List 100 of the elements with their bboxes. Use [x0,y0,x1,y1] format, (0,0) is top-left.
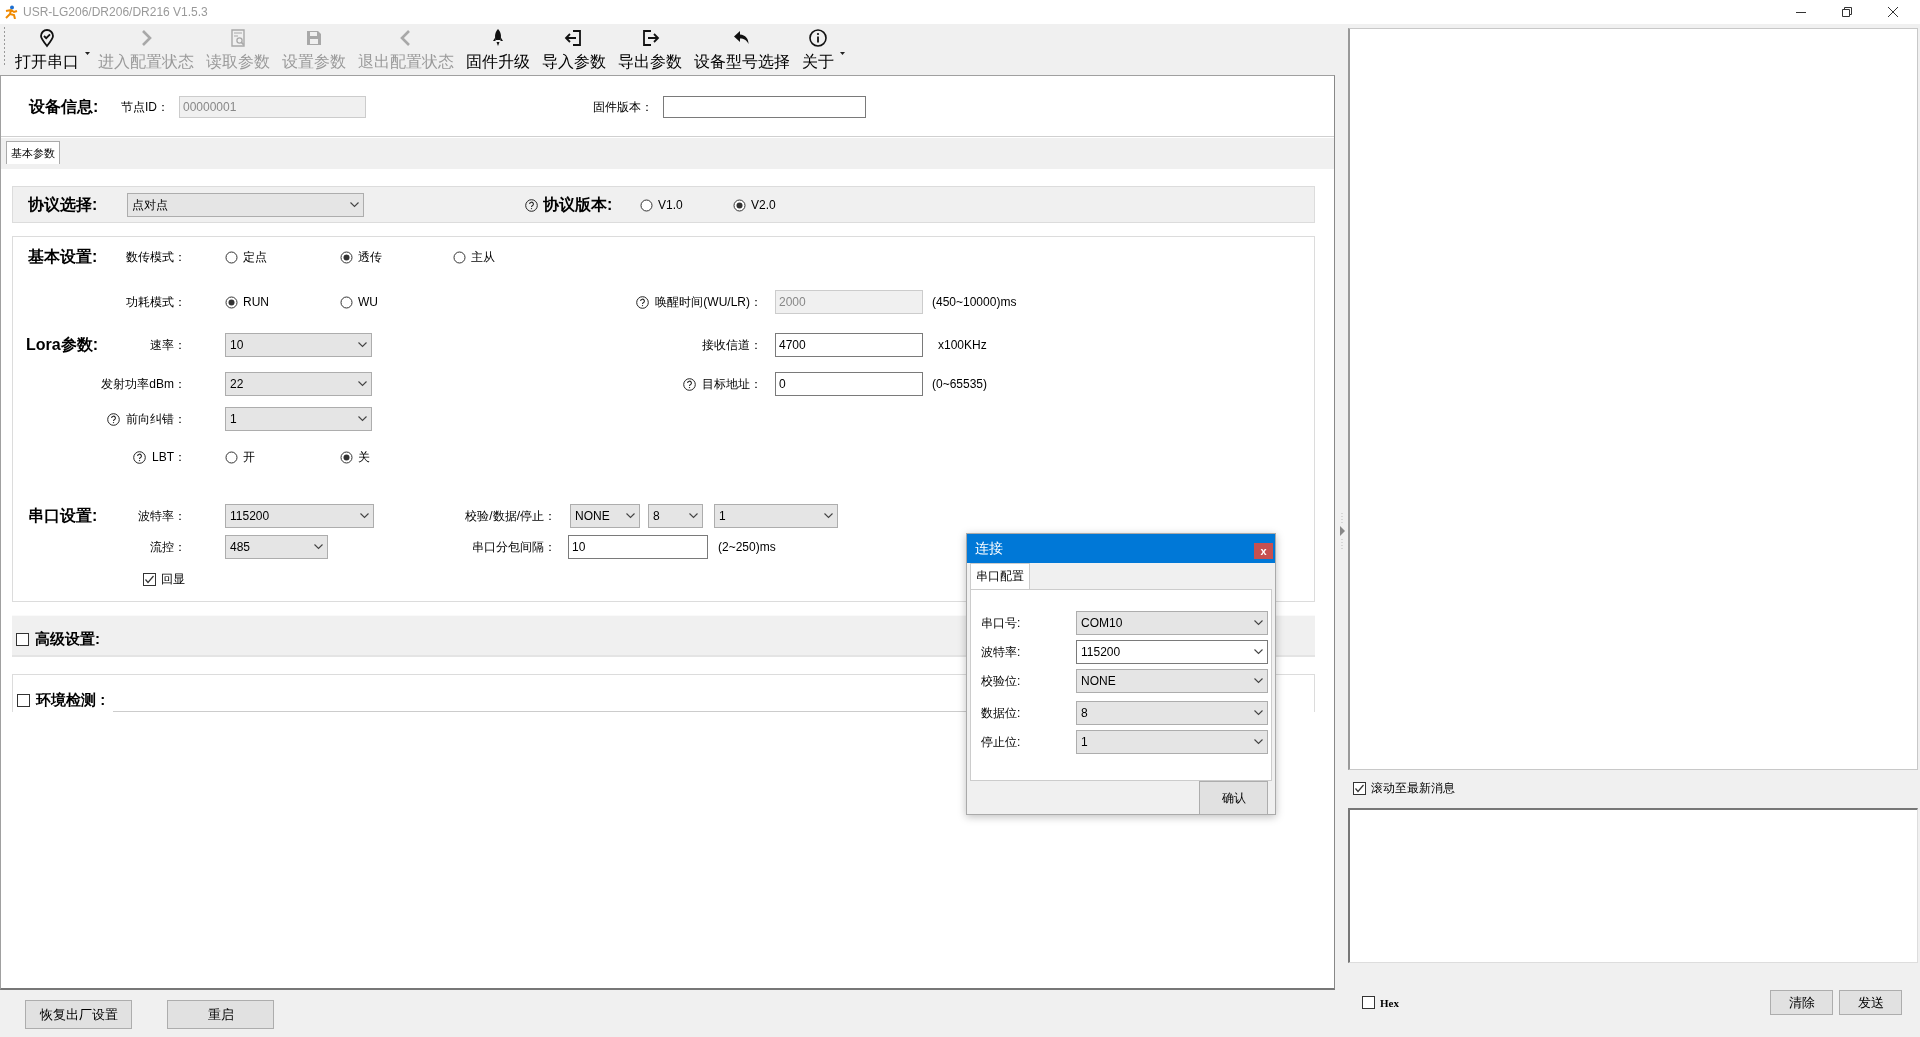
toolbar-button[interactable]: 固件升级 [460,26,536,75]
minimize-icon[interactable] [1796,11,1806,13]
dropdown[interactable]: 10 [225,333,372,357]
chevron-down-icon [360,513,369,519]
section-title: 串口设置: [28,505,98,526]
radio-button[interactable]: WU [340,295,378,309]
checkbox-icon[interactable] [1353,782,1366,795]
dropdown[interactable]: 1 [714,504,838,528]
chevron-down-icon [358,342,367,348]
dropdown[interactable]: 22 [225,372,372,396]
help-icon[interactable] [107,412,120,426]
checkbox[interactable]: 回显 [143,570,185,588]
chevron-down-icon [358,381,367,387]
checkbox-icon[interactable] [1362,996,1375,1009]
info-icon [808,28,828,48]
dropdown[interactable]: 8 [1076,701,1268,725]
toolbar-button[interactable]: 打开串口 [9,26,85,75]
restore-icon[interactable] [1842,7,1852,17]
radio-circle-icon[interactable] [340,450,353,464]
checkbox[interactable]: 环境检测 : [17,691,106,710]
field-label: 接收信道： [702,336,762,354]
close-button[interactable]: x [1254,542,1273,559]
radio-button[interactable]: 透传 [340,248,382,266]
help-icon[interactable] [636,295,650,309]
confirm-button[interactable]: 确认 [1199,781,1268,815]
radio-button[interactable]: 开 [225,448,255,466]
toolbar-button[interactable]: 关于 [796,26,840,75]
radio-button[interactable]: 主从 [453,248,495,266]
chevron-down-icon [1254,649,1263,655]
section-title: 协议选择: [28,194,98,215]
checkbox[interactable]: Hex [1362,996,1399,1009]
radio-circle-icon[interactable] [340,295,353,309]
dropdown[interactable]: 1 [1076,730,1268,754]
dropdown[interactable]: 1 [225,407,372,431]
chevron-down-icon [314,544,323,550]
field-label: 速率： [150,336,186,354]
checkbox-icon[interactable] [16,633,29,646]
dropdown[interactable]: NONE [1076,669,1268,693]
window-title: USR-LG206/DR206/DR216 V1.5.3 [23,5,208,19]
toolbar-button[interactable]: 设备型号选择 [688,26,796,75]
input-field[interactable]: 10 [568,535,708,559]
field-label: 串口号: [981,614,1022,632]
pin-icon [37,28,57,48]
checkbox[interactable]: 滚动至最新消息 [1353,780,1455,797]
dropdown[interactable]: 485 [225,535,328,559]
radio-button[interactable]: V2.0 [733,198,776,212]
radio-button[interactable]: 定点 [225,248,267,266]
field-label: 目标地址： [702,375,762,393]
app-logo-icon [4,5,18,19]
dropdown[interactable]: NONE [570,504,640,528]
radio-circle-icon[interactable] [225,450,238,464]
checkbox[interactable]: 高级设置: [16,630,100,649]
action-button[interactable]: 重启 [167,1000,274,1029]
radio-circle-icon[interactable] [225,295,238,309]
dialog-title: 连接 [975,539,1003,558]
field-label: 节点ID： [121,98,170,116]
toolbar-button[interactable]: 导出参数 [612,26,688,75]
chevron-down-icon [824,513,833,519]
dropdown-caret-icon[interactable] [85,52,90,55]
input-field[interactable]: 0 [775,372,923,396]
toolbar-button[interactable]: 导入参数 [536,26,612,75]
tab[interactable]: 串口配置 [970,563,1030,589]
dropdown[interactable]: 8 [648,504,703,528]
field-label: LBT： [152,448,186,466]
splitter-arrow-icon[interactable] [1339,510,1345,551]
field-label: 校验/数据/停止： [465,507,556,525]
help-icon[interactable] [683,377,696,391]
field-label: 功耗模式： [126,293,186,311]
dropdown-caret-icon[interactable] [840,52,845,55]
radio-circle-icon[interactable] [733,198,746,212]
field-label: 校验位: [981,672,1022,690]
tab[interactable]: 基本参数 [6,141,60,164]
input-field[interactable] [663,96,866,118]
help-icon[interactable] [525,198,538,212]
input-field[interactable]: 4700 [775,333,923,357]
help-icon[interactable] [133,450,146,464]
action-button[interactable]: 恢复出厂设置 [25,1000,132,1029]
radio-button[interactable]: V1.0 [640,198,683,212]
action-button[interactable]: 清除 [1770,990,1833,1015]
chevron-down-icon [1254,710,1263,716]
field-label: 发射功率dBm： [101,375,186,393]
radio-circle-icon[interactable] [225,250,238,264]
radio-button[interactable]: RUN [225,295,269,309]
section-title: 协议版本: [543,194,613,215]
field-label: 固件版本： [593,98,654,116]
checkbox-icon[interactable] [143,572,156,586]
action-button[interactable]: 发送 [1839,990,1902,1015]
checkbox-icon[interactable] [17,694,30,707]
radio-circle-icon[interactable] [453,250,466,264]
dropdown[interactable]: COM10 [1076,611,1268,635]
section-title: Lora参数: [26,334,98,355]
dropdown[interactable]: 点对点 [127,193,364,217]
dropdown[interactable]: 115200 [225,504,374,528]
radio-circle-icon[interactable] [640,198,653,212]
close-icon[interactable] [1888,7,1898,17]
radio-button[interactable]: 关 [340,448,370,466]
field-label: 数传模式： [126,248,186,266]
chevron-down-icon [358,416,367,422]
radio-circle-icon[interactable] [340,250,353,264]
dropdown[interactable]: 115200 [1076,640,1268,664]
